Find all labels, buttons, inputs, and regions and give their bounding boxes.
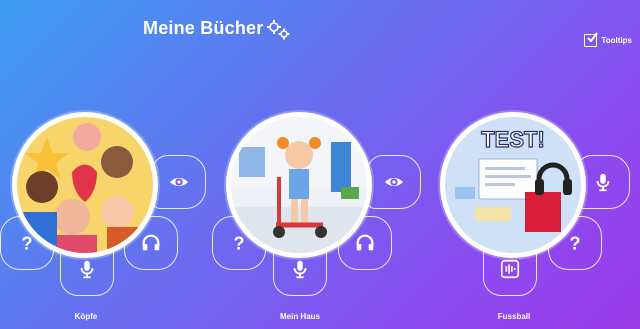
book-title: Fussball [497,312,531,321]
cover-illustration: TEST! [445,117,581,253]
book-fussball: ? TEST! Fussball [0,0,640,329]
test-banner: TEST! [481,127,545,152]
microphone-icon [596,173,610,192]
audio-wave-icon [500,259,520,279]
svg-text:?: ? [569,232,580,253]
book-cover[interactable]: TEST! [440,112,586,258]
question-icon: ? [569,232,580,253]
